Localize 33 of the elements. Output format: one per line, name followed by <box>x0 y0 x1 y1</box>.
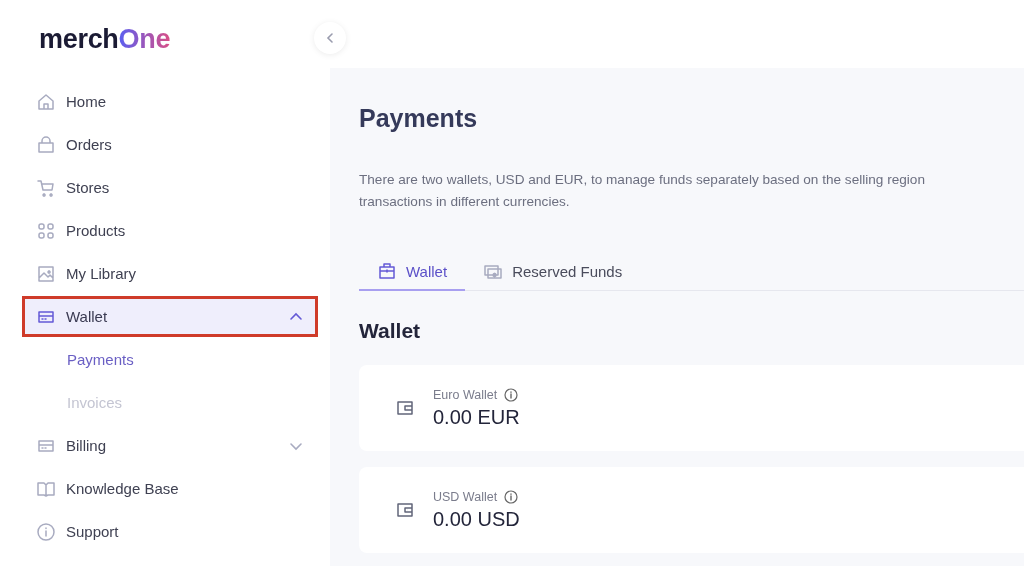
nav-item[interactable]: Products <box>24 212 316 249</box>
info-icon <box>504 489 519 504</box>
grid-icon <box>36 220 56 241</box>
description: There are two wallets, USD and EUR, to manage funds separately based on the selling region transactions in different currencies. <box>359 171 926 211</box>
nav-item[interactable]: Support <box>24 513 316 550</box>
logo: merchOne <box>38 24 172 56</box>
nav-item[interactable]: Home <box>24 83 316 120</box>
wallet-icon <box>395 500 415 520</box>
cart-icon <box>36 177 56 198</box>
wallet-name: USD Wallet <box>433 489 498 504</box>
nav-item[interactable]: Billing <box>24 427 316 464</box>
page-title: Payments <box>359 104 479 133</box>
bag-icon <box>36 134 56 155</box>
home-icon <box>36 91 56 112</box>
tab[interactable]: Wallet <box>359 253 466 291</box>
submenu-item[interactable]: Payments <box>24 341 316 378</box>
wallet-icon <box>395 398 415 418</box>
chevron-left-icon <box>324 32 336 44</box>
nav-item[interactable]: Stores <box>24 169 316 206</box>
image-icon <box>36 263 56 284</box>
collapse-button[interactable] <box>314 22 346 54</box>
nav-item[interactable]: Knowledge Base <box>24 470 316 507</box>
wallet-amount: 0.00 EUR <box>433 405 520 429</box>
info-icon <box>504 387 519 402</box>
nav-item[interactable]: Orders <box>24 126 316 163</box>
info-icon <box>36 521 56 542</box>
section-title: Wallet <box>359 319 422 343</box>
wallet-amount: 0.00 USD <box>433 507 520 531</box>
wallet-name: Euro Wallet <box>433 387 498 402</box>
briefcase-icon <box>377 261 397 281</box>
tab[interactable]: Reserved Funds <box>465 253 641 291</box>
nav-item[interactable]: My Library <box>24 255 316 292</box>
nav-item[interactable]: Wallet <box>24 298 316 335</box>
